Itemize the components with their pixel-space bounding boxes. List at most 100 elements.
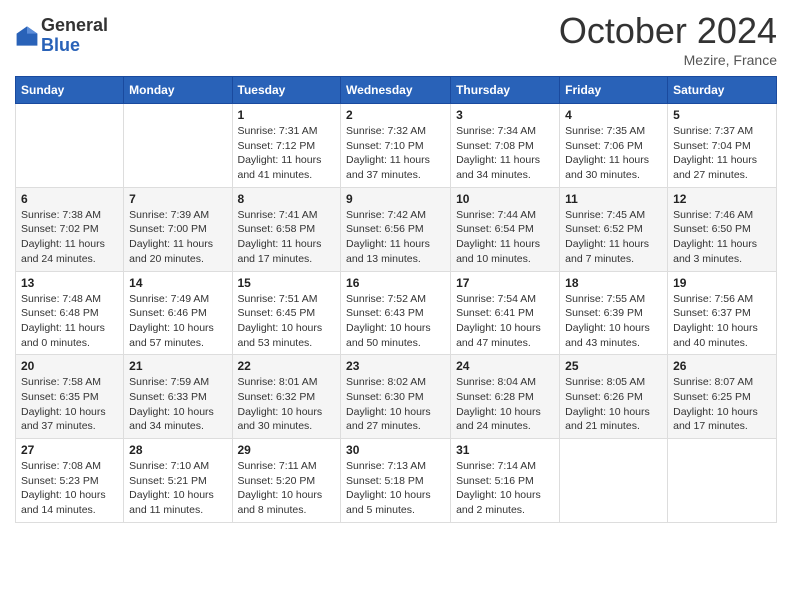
day-header-monday: Monday xyxy=(124,77,232,104)
day-number: 5 xyxy=(673,108,771,122)
day-detail: Sunrise: 7:35 AMSunset: 7:06 PMDaylight:… xyxy=(565,124,662,183)
day-number: 2 xyxy=(346,108,445,122)
day-number: 8 xyxy=(238,192,336,206)
day-detail: Sunrise: 7:51 AMSunset: 6:45 PMDaylight:… xyxy=(238,292,336,351)
week-row-5: 27Sunrise: 7:08 AMSunset: 5:23 PMDayligh… xyxy=(16,439,777,523)
calendar-cell: 27Sunrise: 7:08 AMSunset: 5:23 PMDayligh… xyxy=(16,439,124,523)
day-header-wednesday: Wednesday xyxy=(341,77,451,104)
day-detail: Sunrise: 8:01 AMSunset: 6:32 PMDaylight:… xyxy=(238,375,336,434)
day-number: 6 xyxy=(21,192,118,206)
day-number: 28 xyxy=(129,443,226,457)
calendar-table: SundayMondayTuesdayWednesdayThursdayFrid… xyxy=(15,76,777,523)
day-number: 23 xyxy=(346,359,445,373)
day-detail: Sunrise: 7:10 AMSunset: 5:21 PMDaylight:… xyxy=(129,459,226,518)
calendar-cell: 17Sunrise: 7:54 AMSunset: 6:41 PMDayligh… xyxy=(451,271,560,355)
day-detail: Sunrise: 7:11 AMSunset: 5:20 PMDaylight:… xyxy=(238,459,336,518)
day-header-tuesday: Tuesday xyxy=(232,77,341,104)
week-row-2: 6 Sunrise: 7:38 AMSunset: 7:02 PMDaylight… xyxy=(16,187,777,271)
day-number: 1 xyxy=(238,108,336,122)
day-number: 20 xyxy=(21,359,118,373)
calendar-cell: 3 Sunrise: 7:34 AMSunset: 7:08 PMDaylight… xyxy=(451,104,560,188)
day-number: 18 xyxy=(565,276,662,290)
day-number: 25 xyxy=(565,359,662,373)
calendar-cell: 25 Sunrise: 8:05 AMSunset: 6:26 PMDayligh… xyxy=(560,355,668,439)
calendar-cell: 22 Sunrise: 8:01 AMSunset: 6:32 PMDayligh… xyxy=(232,355,341,439)
day-detail: Sunrise: 7:37 AMSunset: 7:04 PMDaylight:… xyxy=(673,124,771,183)
calendar-cell: 23Sunrise: 8:02 AMSunset: 6:30 PMDayligh… xyxy=(341,355,451,439)
day-number: 24 xyxy=(456,359,554,373)
calendar-cell: 7Sunrise: 7:39 AMSunset: 7:00 PMDaylight… xyxy=(124,187,232,271)
day-detail: Sunrise: 7:41 AMSunset: 6:58 PMDaylight:… xyxy=(238,208,336,267)
day-detail: Sunrise: 8:05 AMSunset: 6:26 PMDaylight:… xyxy=(565,375,662,434)
day-detail: Sunrise: 7:44 AMSunset: 6:54 PMDaylight:… xyxy=(456,208,554,267)
day-detail: Sunrise: 7:34 AMSunset: 7:08 PMDaylight:… xyxy=(456,124,554,183)
day-number: 19 xyxy=(673,276,771,290)
calendar-cell: 28 Sunrise: 7:10 AMSunset: 5:21 PMDayligh… xyxy=(124,439,232,523)
day-header-saturday: Saturday xyxy=(668,77,777,104)
logo: General Blue xyxy=(15,16,108,56)
day-header-friday: Friday xyxy=(560,77,668,104)
location: Mezire, France xyxy=(559,52,777,68)
day-number: 22 xyxy=(238,359,336,373)
day-number: 11 xyxy=(565,192,662,206)
calendar-cell: 31 Sunrise: 7:14 AMSunset: 5:16 PMDayligh… xyxy=(451,439,560,523)
calendar-cell: 2Sunrise: 7:32 AMSunset: 7:10 PMDaylight… xyxy=(341,104,451,188)
calendar-cell: 29 Sunrise: 7:11 AMSunset: 5:20 PMDayligh… xyxy=(232,439,341,523)
calendar-cell xyxy=(668,439,777,523)
day-detail: Sunrise: 8:04 AMSunset: 6:28 PMDaylight:… xyxy=(456,375,554,434)
calendar-cell: 15 Sunrise: 7:51 AMSunset: 6:45 PMDayligh… xyxy=(232,271,341,355)
day-number: 30 xyxy=(346,443,445,457)
calendar-cell xyxy=(16,104,124,188)
calendar-cell: 12 Sunrise: 7:46 AMSunset: 6:50 PMDayligh… xyxy=(668,187,777,271)
day-header-row: SundayMondayTuesdayWednesdayThursdayFrid… xyxy=(16,77,777,104)
calendar-cell: 11Sunrise: 7:45 AMSunset: 6:52 PMDayligh… xyxy=(560,187,668,271)
day-detail: Sunrise: 7:49 AMSunset: 6:46 PMDaylight:… xyxy=(129,292,226,351)
calendar-cell: 18Sunrise: 7:55 AMSunset: 6:39 PMDayligh… xyxy=(560,271,668,355)
calendar-cell: 19 Sunrise: 7:56 AMSunset: 6:37 PMDayligh… xyxy=(668,271,777,355)
calendar-cell: 6 Sunrise: 7:38 AMSunset: 7:02 PMDaylight… xyxy=(16,187,124,271)
week-row-4: 20 Sunrise: 7:58 AMSunset: 6:35 PMDayligh… xyxy=(16,355,777,439)
day-detail: Sunrise: 7:52 AMSunset: 6:43 PMDaylight:… xyxy=(346,292,445,351)
calendar-cell: 8 Sunrise: 7:41 AMSunset: 6:58 PMDaylight… xyxy=(232,187,341,271)
day-detail: Sunrise: 7:56 AMSunset: 6:37 PMDaylight:… xyxy=(673,292,771,351)
day-number: 10 xyxy=(456,192,554,206)
day-header-sunday: Sunday xyxy=(16,77,124,104)
day-detail: Sunrise: 7:13 AMSunset: 5:18 PMDaylight:… xyxy=(346,459,445,518)
calendar-cell: 10 Sunrise: 7:44 AMSunset: 6:54 PMDayligh… xyxy=(451,187,560,271)
day-number: 31 xyxy=(456,443,554,457)
day-detail: Sunrise: 7:48 AMSunset: 6:48 PMDaylight:… xyxy=(21,292,118,351)
calendar-cell: 20 Sunrise: 7:58 AMSunset: 6:35 PMDayligh… xyxy=(16,355,124,439)
day-number: 4 xyxy=(565,108,662,122)
day-detail: Sunrise: 7:59 AMSunset: 6:33 PMDaylight:… xyxy=(129,375,226,434)
week-row-1: 1Sunrise: 7:31 AMSunset: 7:12 PMDaylight… xyxy=(16,104,777,188)
calendar-body: 1Sunrise: 7:31 AMSunset: 7:12 PMDaylight… xyxy=(16,104,777,523)
calendar-cell: 26Sunrise: 8:07 AMSunset: 6:25 PMDayligh… xyxy=(668,355,777,439)
week-row-3: 13Sunrise: 7:48 AMSunset: 6:48 PMDayligh… xyxy=(16,271,777,355)
day-number: 21 xyxy=(129,359,226,373)
day-detail: Sunrise: 7:42 AMSunset: 6:56 PMDaylight:… xyxy=(346,208,445,267)
day-number: 29 xyxy=(238,443,336,457)
day-number: 15 xyxy=(238,276,336,290)
calendar-cell: 21 Sunrise: 7:59 AMSunset: 6:33 PMDayligh… xyxy=(124,355,232,439)
month-title: October 2024 xyxy=(559,10,777,52)
day-number: 3 xyxy=(456,108,554,122)
calendar-cell: 24 Sunrise: 8:04 AMSunset: 6:28 PMDayligh… xyxy=(451,355,560,439)
logo-general-text: General xyxy=(41,16,108,36)
logo-text: General Blue xyxy=(41,16,108,56)
day-detail: Sunrise: 7:14 AMSunset: 5:16 PMDaylight:… xyxy=(456,459,554,518)
calendar-cell: 4 Sunrise: 7:35 AMSunset: 7:06 PMDaylight… xyxy=(560,104,668,188)
day-detail: Sunrise: 7:46 AMSunset: 6:50 PMDaylight:… xyxy=(673,208,771,267)
calendar-cell xyxy=(124,104,232,188)
calendar-cell: 30 Sunrise: 7:13 AMSunset: 5:18 PMDayligh… xyxy=(341,439,451,523)
title-area: October 2024 Mezire, France xyxy=(559,10,777,68)
calendar-cell: 9 Sunrise: 7:42 AMSunset: 6:56 PMDaylight… xyxy=(341,187,451,271)
calendar-cell: 14 Sunrise: 7:49 AMSunset: 6:46 PMDayligh… xyxy=(124,271,232,355)
day-detail: Sunrise: 7:38 AMSunset: 7:02 PMDaylight:… xyxy=(21,208,118,267)
day-number: 12 xyxy=(673,192,771,206)
day-number: 9 xyxy=(346,192,445,206)
day-number: 16 xyxy=(346,276,445,290)
calendar-cell: 13Sunrise: 7:48 AMSunset: 6:48 PMDayligh… xyxy=(16,271,124,355)
day-detail: Sunrise: 7:54 AMSunset: 6:41 PMDaylight:… xyxy=(456,292,554,351)
day-number: 14 xyxy=(129,276,226,290)
day-detail: Sunrise: 7:58 AMSunset: 6:35 PMDaylight:… xyxy=(21,375,118,434)
